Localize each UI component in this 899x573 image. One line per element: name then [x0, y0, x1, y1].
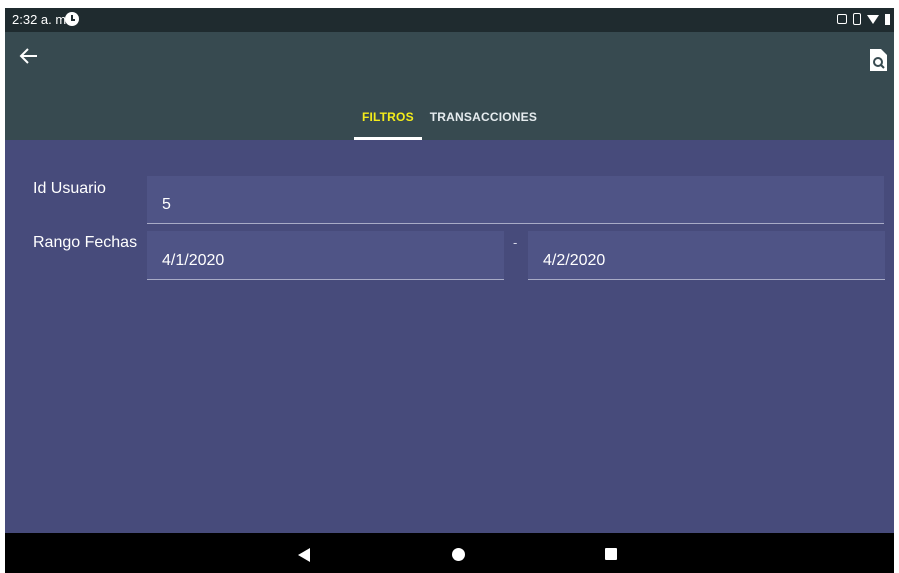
battery-icon	[885, 13, 890, 25]
tab-bar: FILTROS TRANSACCIONES	[5, 94, 894, 140]
nav-recents-icon[interactable]	[605, 548, 617, 560]
nav-back-icon[interactable]	[298, 548, 310, 562]
document-search-icon	[870, 49, 887, 71]
system-nav-bar	[5, 533, 894, 573]
arrow-back-icon	[19, 48, 37, 64]
vibrate-icon	[853, 13, 861, 25]
id-usuario-label: Id Usuario	[33, 180, 106, 197]
app-screen: 2:32 a. m. FILTROS TRANSACCIONES Id Usua…	[5, 8, 894, 573]
rango-fechas-label: Rango Fechas	[33, 234, 138, 251]
date-range-separator: -	[513, 235, 518, 250]
date-to-field[interactable]: 4/2/2020	[528, 231, 885, 280]
app-bar: FILTROS TRANSACCIONES	[5, 32, 894, 140]
screenshot-icon	[837, 14, 847, 24]
tab-transacciones[interactable]: TRANSACCIONES	[422, 94, 545, 140]
status-icons	[837, 13, 890, 25]
tab-filtros[interactable]: FILTROS	[353, 94, 422, 140]
date-from-field[interactable]: 4/1/2020	[147, 231, 504, 280]
document-search-button[interactable]	[868, 48, 890, 74]
filters-panel: Id Usuario 5 Rango Fechas 4/1/2020 - 4/2…	[5, 140, 894, 533]
date-to-value: 4/2/2020	[543, 252, 606, 269]
status-bar: 2:32 a. m.	[5, 8, 894, 32]
id-usuario-field[interactable]: 5	[147, 176, 884, 224]
back-button[interactable]	[19, 46, 55, 76]
wifi-icon	[867, 14, 879, 24]
date-from-value: 4/1/2020	[162, 252, 225, 269]
clock-icon	[65, 12, 79, 26]
id-usuario-value: 5	[162, 196, 171, 213]
status-time: 2:32 a. m.	[12, 12, 70, 27]
nav-home-icon[interactable]	[452, 548, 465, 561]
